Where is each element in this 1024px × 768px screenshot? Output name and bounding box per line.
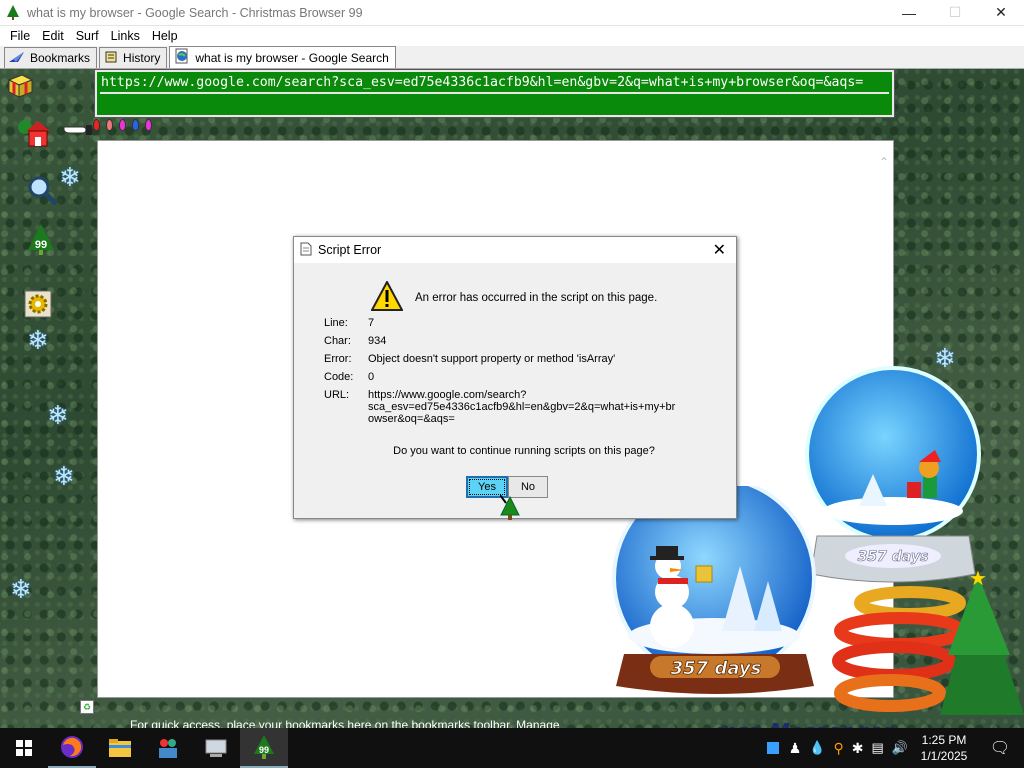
system-tray: ♟ 💧 ⚲ ✱ ▤ 🔊 1:25 PM 1/1/2025 🗨 — [766, 728, 1024, 768]
address-url[interactable]: https://www.google.com/search?sca_esv=ed… — [100, 75, 889, 94]
snowflake-icon: ❄ — [10, 574, 32, 604]
tree-badge-label: 99 — [35, 239, 47, 251]
scroll-up-arrow-icon[interactable]: ⌃ — [879, 155, 889, 169]
menu-bar: File Edit Surf Links Help — [0, 26, 1024, 46]
tab-bar: Bookmarks History what is my browser - G… — [0, 46, 1024, 69]
detail-row: URL: https://www.google.com/search? sca_e… — [324, 389, 678, 425]
dialog-close-icon[interactable]: ✕ — [713, 240, 726, 260]
detail-value: https://www.google.com/search? sca_esv=e… — [368, 389, 676, 425]
snowflake-icon: ❄ — [59, 162, 81, 192]
snow-globe-right: 357 days — [795, 366, 995, 591]
christmas-tree-99-icon[interactable]: 99 — [24, 222, 58, 256]
menu-links[interactable]: Links — [105, 29, 146, 43]
snowflake-icon: ❄ — [27, 325, 49, 355]
dialog-title: Script Error — [318, 243, 382, 257]
window-title: what is my browser - Google Search - Chr… — [27, 5, 363, 20]
clock[interactable]: 1:25 PM 1/1/2025 — [912, 732, 976, 764]
tab-history[interactable]: History — [99, 47, 168, 68]
detail-label: URL: — [324, 389, 350, 401]
snowflake-icon: ❄ — [47, 400, 69, 430]
detail-row: Char: 934 — [324, 335, 678, 347]
status-page-icon: ♻ — [80, 700, 94, 714]
title-bar: what is my browser - Google Search - Chr… — [0, 0, 1024, 26]
home-house-icon[interactable] — [16, 117, 52, 149]
close-button[interactable]: ✕ — [978, 0, 1024, 26]
detail-row: Line: 7 — [324, 317, 678, 329]
gear-settings-icon[interactable] — [24, 290, 52, 318]
detail-row: Code: 0 — [324, 371, 678, 383]
countdown-label-left: 357 days — [671, 658, 762, 679]
detail-label: Line: — [324, 317, 348, 329]
snowflake-tray-icon[interactable]: ✱ — [852, 740, 864, 757]
status-text: For quick access, place your bookmarks h… — [130, 718, 560, 728]
clock-date: 1/1/2025 — [920, 749, 968, 763]
menu-help[interactable]: Help — [146, 29, 184, 43]
firefox-icon[interactable] — [48, 728, 96, 768]
address-bar[interactable]: https://www.google.com/search?sca_esv=ed… — [94, 69, 895, 118]
bookmark-plane-icon — [9, 51, 25, 66]
detail-value: Object doesn't support property or metho… — [368, 353, 616, 365]
svg-text:★: ★ — [969, 568, 987, 590]
dialog-message: An error has occurred in the script on t… — [370, 279, 658, 314]
tab-bookmarks-label: Bookmarks — [30, 51, 91, 65]
maximize-button[interactable]: ☐ — [932, 0, 978, 26]
tab-current-page[interactable]: what is my browser - Google Search — [169, 46, 396, 68]
volume-icon[interactable]: 🔊 — [892, 740, 908, 756]
detail-value: 7 — [368, 317, 375, 329]
dialog-question: Do you want to continue running scripts … — [393, 445, 655, 457]
people-tray-icon[interactable]: ♟ — [789, 740, 802, 757]
search-tray-icon[interactable]: ⚲ — [834, 740, 844, 757]
history-scroll-icon — [104, 50, 118, 67]
tab-bookmarks[interactable]: Bookmarks — [4, 47, 98, 68]
globe-page-icon — [174, 48, 190, 67]
minimize-button[interactable]: — — [886, 0, 932, 26]
document-icon — [300, 242, 312, 259]
pointing-hand-icon — [62, 119, 94, 137]
detail-value: 0 — [368, 371, 375, 383]
christmas-tree-decoration: ★ — [830, 565, 1024, 728]
taskbar: 99 ♟ 💧 ⚲ ✱ ▤ 🔊 1:25 PM 1/1/2025 🗨 — [0, 728, 1024, 768]
detail-value: 934 — [368, 335, 387, 347]
menu-file[interactable]: File — [4, 29, 36, 43]
tab-current-page-label: what is my browser - Google Search — [195, 50, 389, 65]
dialog-title-bar: Script Error — [294, 237, 736, 263]
detail-row: Error: Object doesn't support property or… — [324, 353, 678, 365]
drop-tray-icon[interactable]: 💧 — [809, 740, 825, 756]
menu-edit[interactable]: Edit — [36, 29, 70, 43]
blue-square-tray-icon[interactable] — [766, 742, 779, 754]
start-windows-icon[interactable] — [0, 728, 48, 768]
magnifier-search-icon[interactable] — [24, 172, 60, 208]
network-icon[interactable]: ▤ — [872, 740, 884, 756]
script-error-dialog: Script Error ✕ An error has occurred in … — [293, 236, 737, 519]
detail-label: Code: — [324, 371, 354, 383]
countdown-label-right: 357 days — [858, 549, 929, 565]
christmas-tree-icon — [5, 4, 21, 21]
file-explorer-icon[interactable] — [96, 728, 144, 768]
notification-icon[interactable]: 🗨 — [976, 738, 1024, 758]
computer-app-icon[interactable] — [192, 728, 240, 768]
taskbar-badge-label: 99 — [259, 745, 269, 755]
christmas-lights-decoration — [93, 119, 152, 131]
clock-time: 1:25 PM — [921, 733, 967, 747]
christmas-browser-taskbar-icon[interactable]: 99 — [240, 728, 288, 768]
tree-cursor-icon — [499, 494, 520, 524]
present-box-icon[interactable] — [6, 71, 34, 99]
menu-surf[interactable]: Surf — [70, 29, 105, 43]
warning-icon — [370, 279, 404, 314]
detail-label: Char: — [324, 335, 351, 347]
detail-label: Error: — [324, 353, 352, 365]
tab-history-label: History — [123, 51, 161, 65]
snowflake-icon: ❄ — [53, 461, 75, 491]
dialog-message-text: An error has occurred in the script on t… — [415, 291, 658, 304]
people-app-icon[interactable] — [144, 728, 192, 768]
